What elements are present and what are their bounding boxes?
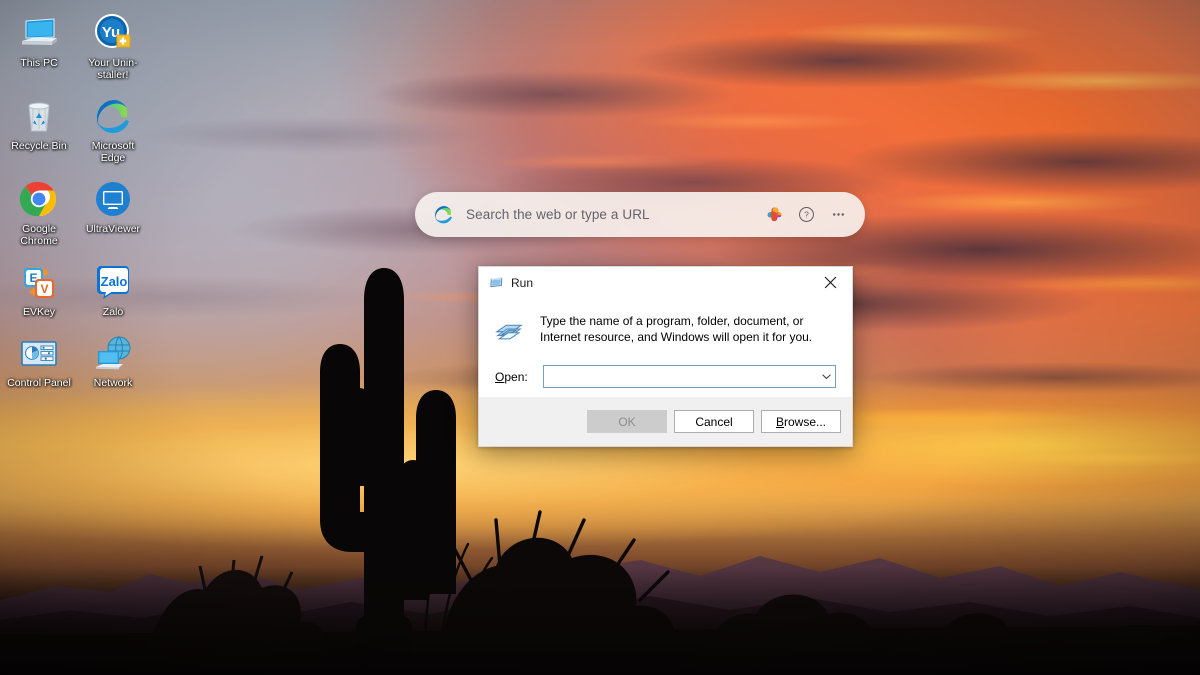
run-app-icon: [493, 312, 527, 348]
desktop-icon-label: Recycle Bin: [11, 140, 67, 152]
browse-button[interactable]: Browse...: [761, 410, 841, 433]
desktop-icon-label: Google Chrome: [20, 223, 58, 247]
help-circle-icon[interactable]: ?: [793, 202, 819, 228]
open-label-accesskey: O: [495, 369, 505, 384]
evkey-icon: E V: [18, 261, 60, 303]
search-input[interactable]: Search the web or type a URL: [466, 207, 755, 222]
desktop-icon-your-uninstaller[interactable]: Yu Your Unin-staller!: [78, 8, 148, 81]
cancel-button[interactable]: Cancel: [674, 410, 754, 433]
open-label-rest: pen:: [504, 369, 528, 384]
browse-button-accesskey: B: [775, 414, 784, 429]
run-open-row: Open:: [493, 365, 836, 388]
browse-button-rest: rowse...: [784, 414, 827, 429]
desktop-icon-recycle-bin[interactable]: Recycle Bin: [4, 91, 74, 164]
desktop-icon-label: UltraViewer: [85, 223, 141, 235]
desktop-icon-label: Your Unin-staller!: [88, 57, 138, 81]
run-description-row: Type the name of a program, folder, docu…: [493, 312, 836, 348]
run-dialog-title: Run: [511, 275, 534, 290]
svg-text:?: ?: [804, 210, 809, 220]
svg-text:Zalo: Zalo: [101, 274, 128, 289]
network-icon: [92, 332, 134, 374]
copilot-icon[interactable]: [761, 202, 787, 228]
run-dialog-titlebar[interactable]: Run: [479, 267, 852, 298]
ultraviewer-icon: [92, 178, 134, 220]
desktop-icon-label: Network: [93, 377, 133, 389]
desktop-icon-label: This PC: [20, 57, 58, 69]
run-description-text: Type the name of a program, folder, docu…: [540, 314, 813, 344]
your-uninstaller-icon: Yu: [92, 12, 134, 54]
desktop-icon-network[interactable]: Network: [78, 328, 148, 389]
run-dialog-body: Type the name of a program, folder, docu…: [479, 298, 852, 396]
desktop-icon-control-panel[interactable]: Control Panel: [4, 328, 74, 389]
chevron-down-icon[interactable]: [817, 366, 835, 387]
desktop-icon-this-pc[interactable]: This PC: [4, 8, 74, 81]
google-chrome-icon: [18, 178, 60, 220]
desktop-icon-zalo[interactable]: Zalo Zalo: [78, 257, 148, 318]
desktop[interactable]: This PC Yu Your Unin-staller! Recycle Bi…: [0, 0, 1200, 675]
desktop-icon-label: Control Panel: [7, 377, 71, 389]
desktop-icon-label: EVKey: [22, 306, 56, 318]
desktop-icon-label: Zalo: [102, 306, 124, 318]
desktop-icon-evkey[interactable]: E V EVKey: [4, 257, 74, 318]
desktop-icon-label: Microsoft Edge: [91, 140, 135, 164]
monitor-icon: [18, 12, 60, 54]
close-icon[interactable]: [808, 267, 852, 298]
open-combobox[interactable]: [543, 365, 836, 388]
run-window-icon: [489, 275, 504, 290]
more-options-icon[interactable]: [825, 202, 851, 228]
zalo-icon: Zalo: [92, 261, 134, 303]
desktop-icon-microsoft-edge[interactable]: Microsoft Edge: [78, 91, 148, 164]
run-dialog-footer: OK Cancel Browse...: [479, 396, 852, 446]
run-dialog[interactable]: Run Type the name of a program, folder,: [478, 266, 853, 447]
desktop-icon-grid[interactable]: This PC Yu Your Unin-staller! Recycle Bi…: [0, 8, 150, 389]
desktop-icon-google-chrome[interactable]: Google Chrome: [4, 174, 74, 247]
svg-text:V: V: [40, 282, 48, 296]
recycle-bin-icon: [18, 95, 60, 137]
open-label: Open:: [495, 370, 543, 384]
ok-button[interactable]: OK: [587, 410, 667, 433]
control-panel-icon: [18, 332, 60, 374]
microsoft-edge-icon: [92, 95, 134, 137]
microsoft-edge-icon: [433, 204, 454, 225]
desktop-search-widget[interactable]: Search the web or type a URL ?: [415, 192, 865, 237]
desktop-icon-ultraviewer[interactable]: UltraViewer: [78, 174, 148, 247]
